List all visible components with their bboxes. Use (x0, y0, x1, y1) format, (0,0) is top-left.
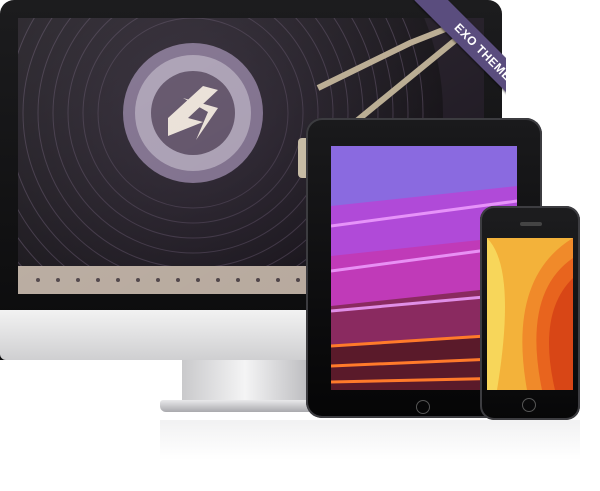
phone-home-button (522, 398, 536, 412)
monitor-stand (182, 360, 308, 404)
monitor-base (160, 400, 330, 412)
corner-ribbon: EXO THEME (388, 0, 506, 118)
tablet-home-button (416, 400, 430, 414)
phone-speaker (520, 222, 542, 226)
ribbon-label: EXO THEME (414, 0, 506, 118)
phone-screen (487, 238, 573, 390)
floor-reflection (160, 420, 580, 460)
orange-curves-image (487, 238, 573, 390)
phone-device (480, 206, 580, 420)
